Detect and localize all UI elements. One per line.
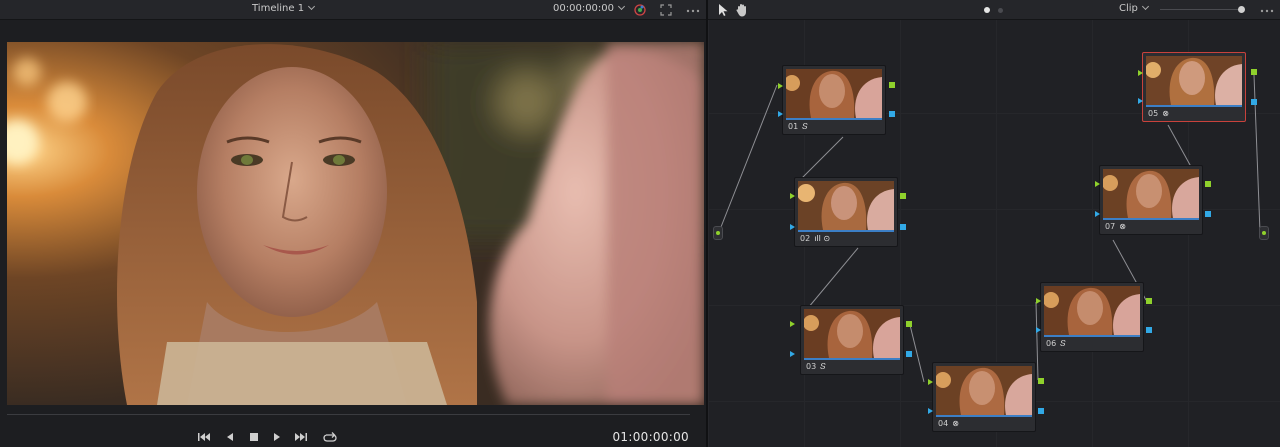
- node-06-key-input[interactable]: [1036, 327, 1041, 333]
- top-timecode: 00:00:00:00: [553, 3, 615, 14]
- node-thumbnail: [786, 69, 882, 118]
- node-04-key-input[interactable]: [928, 408, 933, 414]
- node-03-rgb-output[interactable]: [906, 321, 912, 327]
- node-03-key-input[interactable]: [790, 351, 795, 357]
- chevron-down-icon: [617, 2, 626, 11]
- bars-clock-icon: ıll ⊙: [814, 234, 831, 243]
- curve-icon: 𝑆: [820, 362, 826, 371]
- node-04-rgb-output[interactable]: [1038, 378, 1044, 384]
- node-02-rgb-input[interactable]: [790, 193, 795, 199]
- node-05-key-input[interactable]: [1138, 98, 1143, 104]
- cross-circle-icon: ⊗: [1119, 222, 1126, 231]
- node-number: 04: [938, 419, 949, 428]
- node-thumbnail: [1146, 56, 1242, 105]
- node-01-key-output[interactable]: [889, 111, 895, 117]
- node-07-rgb-output[interactable]: [1205, 181, 1211, 187]
- scrubber-bar[interactable]: [7, 414, 690, 415]
- node-03[interactable]: 03 𝑆: [800, 305, 904, 375]
- node-05[interactable]: 05 ⊗: [1142, 52, 1246, 122]
- node-07-key-output[interactable]: [1205, 211, 1211, 217]
- node-01-rgb-input[interactable]: [778, 83, 783, 89]
- node-03-key-output[interactable]: [906, 351, 912, 357]
- node-06-key-output[interactable]: [1146, 327, 1152, 333]
- node-05-key-output[interactable]: [1251, 99, 1257, 105]
- node-01[interactable]: 01 𝑆: [782, 65, 886, 135]
- node-06[interactable]: 06 𝑆: [1040, 282, 1144, 352]
- node-05-rgb-output[interactable]: [1251, 69, 1257, 75]
- node-thumbnail: [936, 366, 1032, 415]
- cross-circle-icon: ⊗: [1162, 109, 1169, 118]
- node-thumbnail: [798, 181, 894, 230]
- node-thumbnail: [1044, 286, 1140, 335]
- skip-back-icon[interactable]: [196, 429, 212, 445]
- viewer-panel: Timeline 1 00:00:00:00 01:00:00:00: [0, 0, 706, 447]
- timeline-title: Timeline 1: [252, 3, 305, 14]
- node-02-key-output[interactable]: [900, 224, 906, 230]
- node-05-rgb-input[interactable]: [1138, 70, 1143, 76]
- stop-icon[interactable]: [246, 429, 262, 445]
- timecode-selector[interactable]: 00:00:00:00: [553, 2, 626, 14]
- step-back-icon[interactable]: [222, 429, 238, 445]
- node-02-rgb-output[interactable]: [900, 193, 906, 199]
- node-07[interactable]: 07 ⊗: [1099, 165, 1203, 235]
- loop-icon[interactable]: [322, 429, 338, 445]
- timeline-selector[interactable]: Timeline 1: [252, 2, 316, 14]
- node-number: 05: [1148, 109, 1159, 118]
- viewer-timecode: 01:00:00:00: [612, 430, 689, 444]
- output-node[interactable]: [1259, 226, 1269, 240]
- node-07-key-input[interactable]: [1095, 211, 1100, 217]
- node-number: 07: [1105, 222, 1116, 231]
- play-icon[interactable]: [269, 429, 285, 445]
- node-06-rgb-output[interactable]: [1146, 298, 1152, 304]
- node-04-rgb-input[interactable]: [928, 379, 933, 385]
- node-02[interactable]: 02 ıll ⊙: [794, 177, 898, 247]
- node-01-key-input[interactable]: [778, 111, 783, 117]
- skip-forward-icon[interactable]: [293, 429, 309, 445]
- source-input-node[interactable]: [713, 226, 723, 240]
- node-04-key-output[interactable]: [1038, 408, 1044, 414]
- node-thumbnail: [804, 309, 900, 358]
- node-03-rgb-input[interactable]: [790, 321, 795, 327]
- viewer-toolbar: Timeline 1 00:00:00:00: [0, 0, 706, 20]
- node-number: 06: [1046, 339, 1057, 348]
- node-number: 03: [806, 362, 817, 371]
- node-04[interactable]: 04 ⊗: [932, 362, 1036, 432]
- node-number: 02: [800, 234, 811, 243]
- node-number: 01: [788, 122, 799, 131]
- viewer-image[interactable]: [7, 42, 704, 405]
- curve-icon: 𝑆: [1060, 339, 1066, 348]
- curve-icon: 𝑆: [802, 122, 808, 131]
- node-01-rgb-output[interactable]: [889, 82, 895, 88]
- node-06-rgb-input[interactable]: [1036, 298, 1041, 304]
- cross-circle-icon: ⊗: [952, 419, 959, 428]
- node-02-key-input[interactable]: [790, 224, 795, 230]
- chevron-down-icon: [308, 2, 316, 11]
- node-07-rgb-input[interactable]: [1095, 181, 1100, 187]
- color-picker-icon[interactable]: [632, 2, 648, 18]
- more-options-icon[interactable]: [685, 2, 701, 18]
- node-thumbnail: [1103, 169, 1199, 218]
- node-editor[interactable]: Clip 01 𝑆 02 ıll ⊙ 03 𝑆 04 ⊗ 05 ⊗ 06 𝑆 0…: [708, 0, 1280, 447]
- fullscreen-icon[interactable]: [658, 2, 674, 18]
